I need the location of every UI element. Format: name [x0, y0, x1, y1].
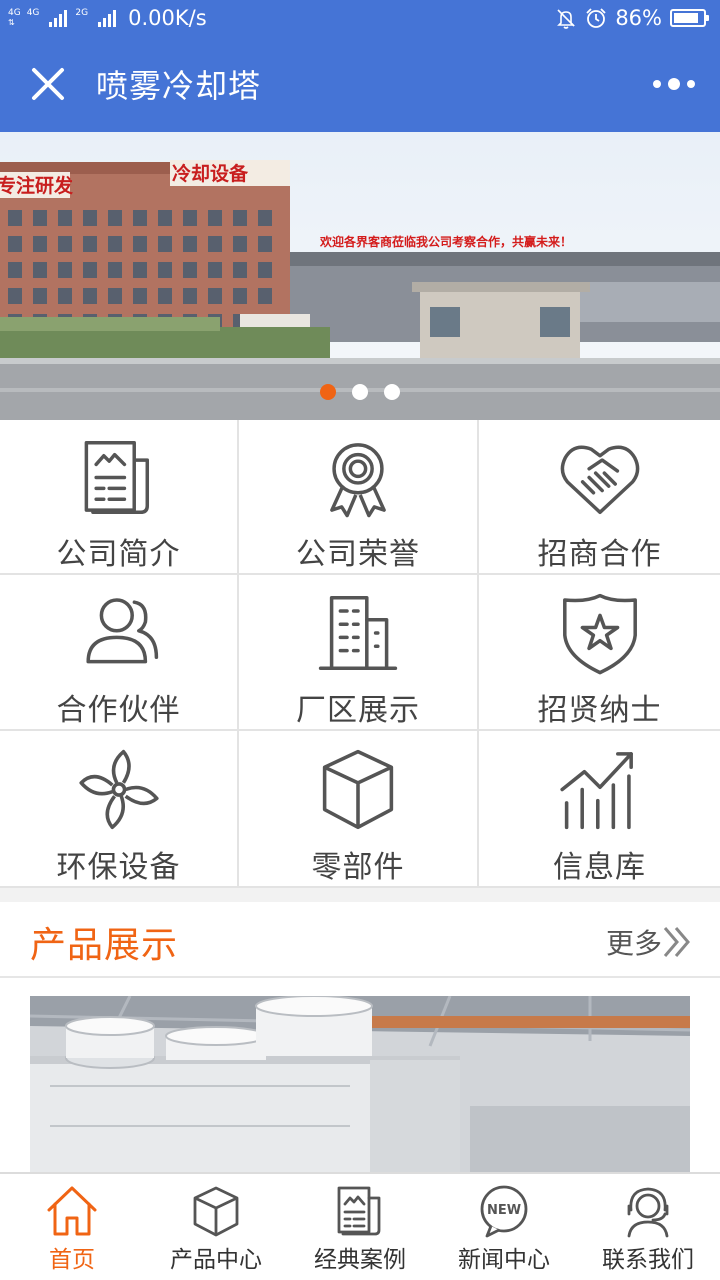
battery-icon [670, 9, 709, 27]
banner-sign-right: 冷却设备 [172, 162, 249, 185]
tab-label: 首页 [49, 1247, 95, 1273]
status-right: 86% [555, 6, 709, 30]
chart-icon [559, 752, 633, 830]
menu-investment-cooperation[interactable]: 招商合作 [479, 420, 720, 575]
carousel-dot[interactable] [352, 384, 368, 400]
network-labels: 4G ⇅ [8, 8, 23, 28]
close-button[interactable] [0, 36, 96, 132]
more-icon-dot [668, 78, 680, 90]
menu-recruitment[interactable]: 招贤纳士 [479, 575, 720, 731]
menu-partners[interactable]: 合作伙伴 [0, 575, 239, 731]
network-speed: 0.00K/s [128, 6, 207, 30]
title-bar: 喷雾冷却塔 [0, 36, 720, 132]
bottom-tab-bar: 首页 产品中心 经典案例 NEW 新闻中心 联系我们 [0, 1172, 720, 1280]
status-left: 4G ⇅ 4G 2G 0.00K/s [8, 6, 207, 30]
menu-company-honors[interactable]: 公司荣誉 [239, 420, 479, 575]
tab-news-center[interactable]: NEW 新闻中心 [432, 1174, 576, 1280]
menu-label: 环保设备 [56, 850, 181, 885]
tab-contact-us[interactable]: 联系我们 [576, 1174, 720, 1280]
menu-company-profile[interactable]: 公司简介 [0, 420, 239, 575]
more-label: 更多 [605, 927, 662, 960]
status-bar: 4G ⇅ 4G 2G 0.00K/s 86% [0, 0, 720, 36]
menu-label: 信息库 [553, 850, 646, 885]
network-type-2: 4G [26, 7, 40, 18]
tab-home[interactable]: 首页 [0, 1174, 144, 1280]
carousel-dot[interactable] [384, 384, 400, 400]
menu-label: 招贤纳士 [537, 693, 662, 728]
network-arrows: ⇅ [8, 18, 15, 27]
cube-icon [193, 1186, 239, 1237]
battery-percent: 86% [615, 6, 662, 30]
handshake-icon [560, 445, 639, 515]
battery-level [674, 13, 698, 23]
mute-icon [557, 9, 576, 29]
tab-label: 新闻中心 [458, 1247, 550, 1273]
carousel-dot[interactable] [320, 384, 336, 400]
products-title: 产品展示 [30, 925, 179, 966]
tab-label: 经典案例 [314, 1247, 406, 1273]
more-button[interactable] [648, 64, 700, 104]
building-icon [318, 596, 398, 670]
news-icon: NEW [480, 1185, 528, 1238]
banner-image: 专注研发 冷却设备 欢迎各界客商莅临我公司考察合作，共赢未来！ [0, 132, 720, 420]
menu-label: 合作伙伴 [56, 693, 181, 728]
menu-label: 零部件 [311, 850, 405, 885]
product-image [30, 996, 690, 1174]
menu-parts[interactable]: 零部件 [239, 731, 479, 888]
tab-label: 产品中心 [170, 1247, 262, 1273]
menu-grid: 公司简介 公司荣誉 招商合作 合作伙伴 厂区展示 招贤纳士 环保设备 零部件 信… [0, 420, 720, 888]
cube-icon [322, 749, 394, 830]
products-section-header: 产品展示 更多 [0, 902, 720, 978]
signal-icon-2 [98, 9, 117, 27]
news-badge: NEW [487, 1203, 521, 1218]
fan-icon [78, 749, 159, 830]
headset-icon [627, 1187, 669, 1238]
product-card[interactable] [0, 978, 720, 1174]
more-icon-dot [653, 80, 661, 88]
tab-classic-cases[interactable]: 经典案例 [288, 1174, 432, 1280]
document-icon [84, 440, 149, 515]
signal-icon [49, 9, 68, 27]
page-title: 喷雾冷却塔 [96, 67, 262, 105]
menu-label: 公司荣誉 [296, 537, 420, 572]
menu-label: 招商合作 [537, 537, 662, 572]
carousel-dots [0, 384, 720, 400]
document-icon [337, 1186, 381, 1236]
tab-product-center[interactable]: 产品中心 [144, 1174, 288, 1280]
menu-information-library[interactable]: 信息库 [479, 731, 720, 888]
menu-environmental-equipment[interactable]: 环保设备 [0, 731, 239, 888]
network-type-3: 2G [75, 7, 89, 18]
close-icon [32, 68, 64, 100]
star-shield-icon [562, 593, 637, 675]
products-more-link[interactable]: 更多 [606, 922, 692, 962]
tab-label: 联系我们 [602, 1247, 694, 1273]
alarm-icon [586, 8, 606, 28]
home-icon [47, 1186, 97, 1236]
banner-slogan: 欢迎各界客商莅临我公司考察合作，共赢未来！ [319, 234, 572, 249]
people-icon [85, 598, 158, 664]
more-icon-dot [687, 80, 695, 88]
menu-factory-display[interactable]: 厂区展示 [239, 575, 479, 731]
banner-carousel[interactable]: 专注研发 冷却设备 欢迎各界客商莅临我公司考察合作，共赢未来！ [0, 132, 720, 420]
award-icon [330, 443, 386, 518]
menu-label: 公司简介 [56, 537, 181, 572]
double-chevron-right-icon [663, 927, 690, 957]
network-type: 4G [8, 8, 21, 18]
banner-sign-left: 专注研发 [0, 174, 74, 197]
menu-label: 厂区展示 [296, 693, 420, 728]
